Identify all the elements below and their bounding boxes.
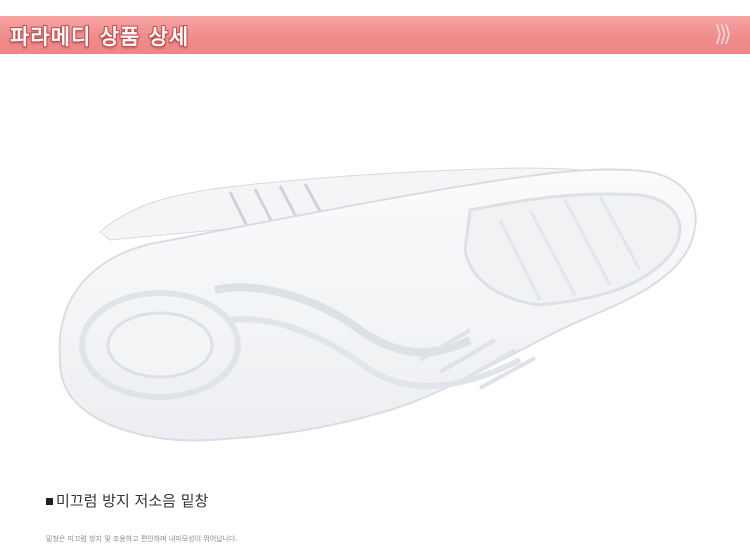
section-banner: 파라메디 상품 상세 ⟩⟩⟩ (0, 16, 750, 54)
feature-heading-text: 미끄럼 방지 저소음 밑창 (56, 492, 209, 510)
bullet-square-icon (46, 498, 53, 505)
banner-title: 파라메디 상품 상세 (10, 25, 190, 49)
feature-description: 밑창은 미끄럼 방지 및 조용하고 편안하며 내마모성이 뛰어납니다. (46, 535, 238, 543)
shoe-sole-icon (58, 167, 697, 442)
chevron-right-icon: ⟩⟩⟩ (714, 22, 732, 47)
feature-heading: 미끄럼 방지 저소음 밑창 (46, 490, 208, 511)
